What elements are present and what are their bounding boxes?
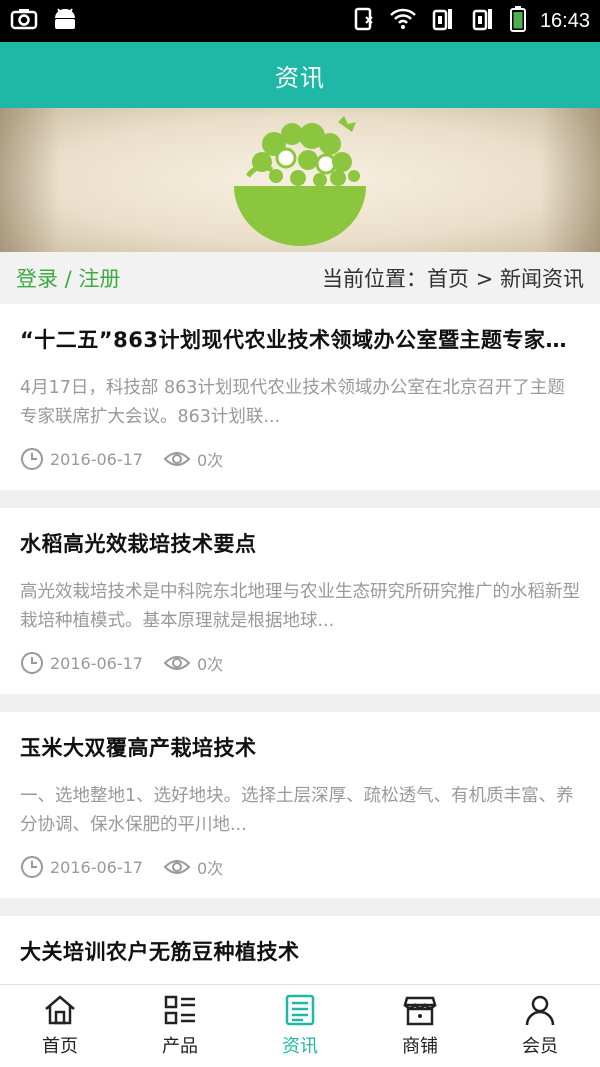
news-meta: 2016-06-17 0次: [20, 854, 580, 880]
banner-image: [0, 108, 600, 252]
news-item[interactable]: 大关培训农户无筋豆种植技术: [0, 916, 600, 984]
grid-list-icon: [164, 995, 195, 1025]
app-header: 资讯: [0, 42, 600, 108]
news-views: 0次: [196, 859, 224, 878]
breadcrumb: 当前位置：首页 > 新闻资讯: [322, 267, 584, 291]
sim-icon: [354, 7, 376, 35]
page-title: 资讯: [275, 63, 325, 92]
news-title[interactable]: “十二五”863计划现代农业技术领域办公室暨主题专家联席扩大会议: [20, 324, 580, 356]
status-bar: 16:43: [0, 0, 600, 42]
news-summary: 4月17日，科技部 863计划现代农业技术领域办公室在北京召开了主题专家联席扩大…: [20, 378, 565, 427]
breadcrumb-bar: 登录 / 注册 当前位置：首页 > 新闻资讯: [0, 252, 600, 304]
nav-label-news: 资讯: [282, 1036, 318, 1057]
signal-2-icon: [470, 7, 496, 35]
news-item[interactable]: 水稻高光效栽培技术要点 高光效栽培技术是中科院东北地理与农业生态研究所研究推广的…: [0, 508, 600, 694]
clock-icon: [21, 652, 43, 674]
news-item[interactable]: 玉米大双覆高产栽培技术 一、选地整地1、选好地块。选择土层深厚、疏松透气、有机质…: [0, 712, 600, 898]
bottom-nav: 首页 产品 资讯 商铺 会员: [0, 984, 600, 1067]
news-meta: 2016-06-17 0次: [20, 650, 580, 676]
wifi-icon: [390, 8, 416, 34]
news-views: 0次: [196, 451, 224, 470]
battery-icon: [509, 6, 526, 36]
news-summary: 高光效栽培技术是中科院东北地理与农业生态研究所研究推广的水稻新型栽培种植模式。基…: [20, 582, 580, 631]
nav-item-shop[interactable]: 商铺: [360, 985, 480, 1067]
clock-icon: [21, 448, 43, 470]
eye-icon: [163, 452, 191, 466]
news-title[interactable]: 玉米大双覆高产栽培技术: [20, 732, 580, 764]
eye-icon: [163, 656, 191, 670]
status-time: 16:43: [539, 9, 590, 32]
android-icon: [52, 7, 78, 35]
store-icon: [403, 996, 437, 1026]
vegetable-bowl-logo: [234, 116, 366, 246]
document-icon: [285, 994, 315, 1026]
news-title[interactable]: 水稻高光效栽培技术要点: [20, 528, 580, 560]
nav-item-products[interactable]: 产品: [120, 985, 240, 1067]
nav-item-news[interactable]: 资讯: [240, 985, 360, 1067]
screenshot-icon: [10, 8, 38, 34]
clock-icon: [21, 856, 43, 878]
news-date: 2016-06-17: [50, 653, 143, 673]
news-meta: 2016-06-17 0次: [20, 446, 580, 472]
signal-1-icon: [430, 7, 456, 35]
nav-label-products: 产品: [162, 1036, 198, 1057]
news-summary: 一、选地整地1、选好地块。选择土层深厚、疏松透气、有机质丰富、养分协调、保水保肥…: [20, 786, 574, 835]
nav-label-shop: 商铺: [402, 1036, 438, 1057]
news-list: “十二五”863计划现代农业技术领域办公室暨主题专家联席扩大会议 4月17日，科…: [0, 304, 600, 984]
user-icon: [525, 995, 555, 1026]
nav-item-member[interactable]: 会员: [480, 985, 600, 1067]
news-title[interactable]: 大关培训农户无筋豆种植技术: [20, 936, 580, 968]
login-register-link[interactable]: 登录 / 注册: [16, 263, 120, 293]
nav-label-home: 首页: [42, 1036, 78, 1057]
news-date: 2016-06-17: [50, 449, 143, 469]
eye-icon: [163, 860, 191, 874]
news-date: 2016-06-17: [50, 857, 143, 877]
nav-label-member: 会员: [522, 1036, 558, 1057]
news-views: 0次: [196, 655, 224, 674]
home-icon: [45, 995, 75, 1025]
nav-item-home[interactable]: 首页: [0, 985, 120, 1067]
news-item[interactable]: “十二五”863计划现代农业技术领域办公室暨主题专家联席扩大会议 4月17日，科…: [0, 304, 600, 490]
